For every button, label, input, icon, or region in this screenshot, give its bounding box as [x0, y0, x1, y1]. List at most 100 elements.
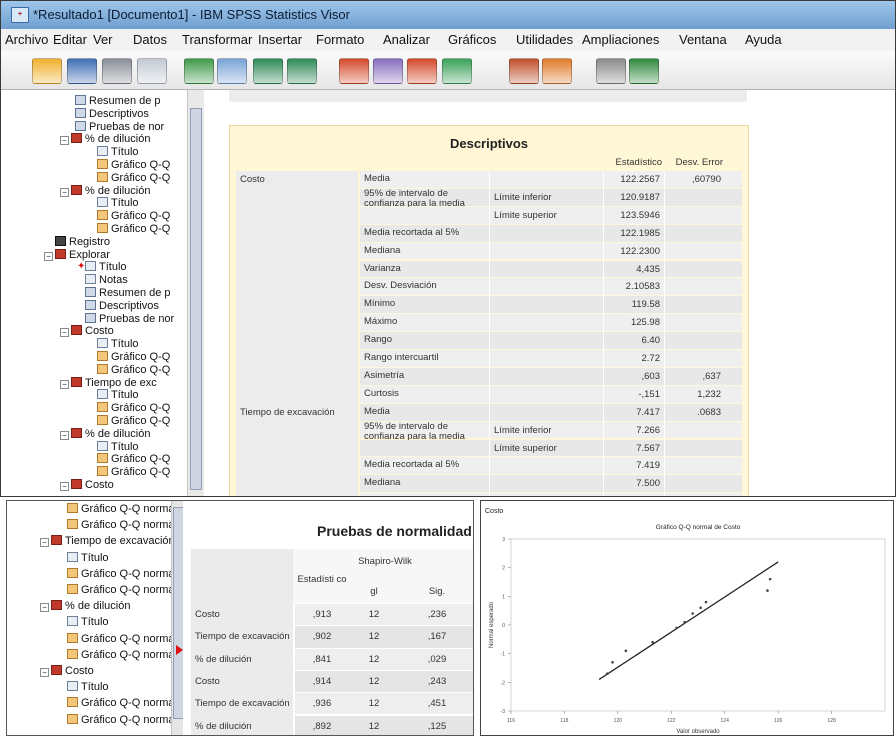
tree-node[interactable]: Pruebas de nor [85, 312, 174, 326]
tree-node[interactable]: Tiempo de exc [71, 376, 157, 390]
expand-toggle-icon[interactable]: − [44, 251, 53, 261]
table-row [360, 493, 742, 496]
menu-ampliaciones[interactable]: Ampliaciones [582, 32, 659, 47]
menu-ver[interactable]: Ver [93, 32, 113, 47]
tree-node[interactable]: Costo [71, 325, 114, 338]
tree-node[interactable]: Gráfico Q-Q normal [67, 632, 171, 646]
tree-node[interactable]: Título [67, 616, 109, 629]
menu-datos[interactable]: Datos [133, 32, 167, 47]
outline-tree[interactable]: Resumen de p Descriptivos Pruebas de nor% … [19, 90, 204, 496]
tree-node[interactable]: Gráfico Q-Q [97, 171, 170, 185]
tree-node[interactable]: Costo [71, 479, 114, 492]
tree-node[interactable]: Gráfico Q-Q normal [67, 697, 171, 710]
menu-transformar[interactable]: Transformar [182, 32, 252, 47]
tree-node[interactable]: Título [97, 338, 139, 351]
tree-node[interactable]: % de dilución [71, 427, 150, 441]
tree-node[interactable]: Gráfico Q-Q normal [67, 584, 171, 597]
tree-node[interactable]: Gráfico Q-Q [97, 210, 170, 223]
expand-toggle-icon[interactable]: − [60, 379, 69, 389]
expand-toggle-icon[interactable]: − [60, 328, 69, 338]
tree-node[interactable]: % de dilución [51, 600, 130, 613]
qq-plot-chart[interactable]: CostoGráfico Q-Q normal de Costo116 118 12… [481, 501, 893, 735]
expand-toggle-icon[interactable]: − [60, 187, 69, 197]
menu-archivo[interactable]: Archivo [5, 32, 48, 47]
tree-node[interactable]: % de dilución [71, 133, 150, 146]
undo-icon[interactable] [253, 58, 283, 84]
expand-toggle-icon[interactable]: − [40, 603, 49, 613]
outline-tree[interactable]: Gráfico Q-Q normal Gráfico Q-Q normal Tiem… [7, 501, 171, 735]
normality-table[interactable]: Pruebas de normalidad Shapiro-Wilk Estadí… [183, 501, 473, 735]
menu-insertar[interactable]: Insertar [258, 32, 302, 47]
select-last-output-icon[interactable] [442, 58, 472, 84]
tree-node[interactable]: Título [97, 389, 139, 402]
promote-icon[interactable] [629, 58, 659, 84]
chart-icon [97, 159, 108, 169]
tree-node[interactable]: Gráfico Q-Q normal [67, 519, 171, 532]
redo-icon[interactable] [287, 58, 317, 84]
current-item-marker-icon: ✦ [77, 261, 86, 273]
tree-node[interactable]: Título [85, 261, 127, 274]
tree-node[interactable]: Gráfico Q-Q [97, 351, 170, 364]
toolbar [1, 51, 895, 90]
save-icon[interactable] [67, 58, 97, 84]
tree-node[interactable]: Gráfico Q-Q [97, 453, 170, 466]
row-statistic-label: Máximo [364, 316, 398, 328]
open-folder-icon[interactable] [32, 58, 62, 84]
tree-node[interactable]: Título [67, 551, 109, 565]
menu-editar[interactable]: Editar [53, 32, 87, 47]
menu-ayuda[interactable]: Ayuda [745, 32, 782, 47]
export-icon[interactable] [184, 58, 214, 84]
variables-icon[interactable] [407, 58, 437, 84]
goto-case-icon[interactable] [373, 58, 403, 84]
menu-formato[interactable]: Formato [316, 32, 364, 47]
tree-node[interactable]: Costo [51, 665, 94, 678]
designate-window-icon[interactable] [509, 58, 539, 84]
show-hide-icon[interactable] [596, 58, 626, 84]
tree-node[interactable]: Gráfico Q-Q normal [67, 713, 171, 727]
tree-node[interactable]: Descriptivos [75, 107, 149, 121]
tree-node[interactable]: Explorar [55, 248, 110, 262]
tree-node[interactable]: Gráfico Q-Q [97, 402, 170, 415]
print-icon[interactable] [102, 58, 132, 84]
tree-node[interactable]: Tiempo de excavación [51, 535, 171, 548]
descriptivos-table[interactable]: Descriptivos Estadístico Desv. Error Costo… [229, 125, 749, 496]
tree-node[interactable]: Registro [55, 235, 110, 249]
tree-node[interactable]: Gráfico Q-Q [97, 415, 170, 428]
tree-node[interactable]: Gráfico Q-Q [97, 466, 170, 479]
goto-data-icon[interactable] [339, 58, 369, 84]
tree-node[interactable]: % de dilución [71, 184, 150, 198]
tree-node[interactable]: Gráfico Q-Q [97, 223, 170, 236]
print-preview-icon[interactable] [137, 58, 167, 84]
outline-scrollbar[interactable] [187, 90, 204, 496]
menu-utilidades[interactable]: Utilidades [516, 32, 573, 47]
row-statistic-label: Media recortada al 5% [364, 226, 460, 238]
tree-node[interactable]: Gráfico Q-Q normal [67, 503, 171, 516]
tree-node[interactable]: Título [97, 197, 139, 210]
menu-analizar[interactable]: Analizar [383, 32, 430, 47]
menu-ventana[interactable]: Ventana [679, 32, 727, 47]
tree-node[interactable]: Resumen de p [85, 287, 171, 300]
row-sub-label: Límite superior [494, 209, 557, 221]
insert-output-icon[interactable] [542, 58, 572, 84]
tree-node[interactable]: Gráfico Q-Q [97, 159, 170, 172]
scrollbar-thumb[interactable] [190, 108, 202, 490]
tree-node[interactable]: Gráfico Q-Q [97, 363, 170, 377]
expand-toggle-icon[interactable]: − [60, 482, 69, 491]
tree-node[interactable]: Descriptivos [85, 299, 159, 313]
expand-toggle-icon[interactable]: − [60, 430, 69, 440]
recall-dialog-icon[interactable] [217, 58, 247, 84]
row-statistic-label: Mediana [364, 477, 401, 489]
menu-bar: Archivo Editar Ver Datos Transformar Insertar… [1, 29, 895, 52]
tree-node[interactable]: Resumen de p [75, 95, 161, 108]
menu-graficos[interactable]: Gráficos [448, 32, 496, 47]
tree-node[interactable]: Notas [85, 274, 128, 287]
tree-node[interactable]: Gráfico Q-Q normal [67, 648, 171, 662]
tree-node[interactable]: Título [67, 681, 109, 694]
tree-node[interactable]: Pruebas de nor [75, 120, 164, 134]
expand-toggle-icon[interactable]: − [40, 538, 49, 548]
tree-node[interactable]: Título [97, 440, 139, 454]
tree-node[interactable]: Título [97, 146, 139, 159]
expand-toggle-icon[interactable]: − [60, 136, 69, 146]
tree-node[interactable]: Gráfico Q-Q normal [67, 567, 171, 581]
expand-toggle-icon[interactable]: − [40, 668, 49, 677]
